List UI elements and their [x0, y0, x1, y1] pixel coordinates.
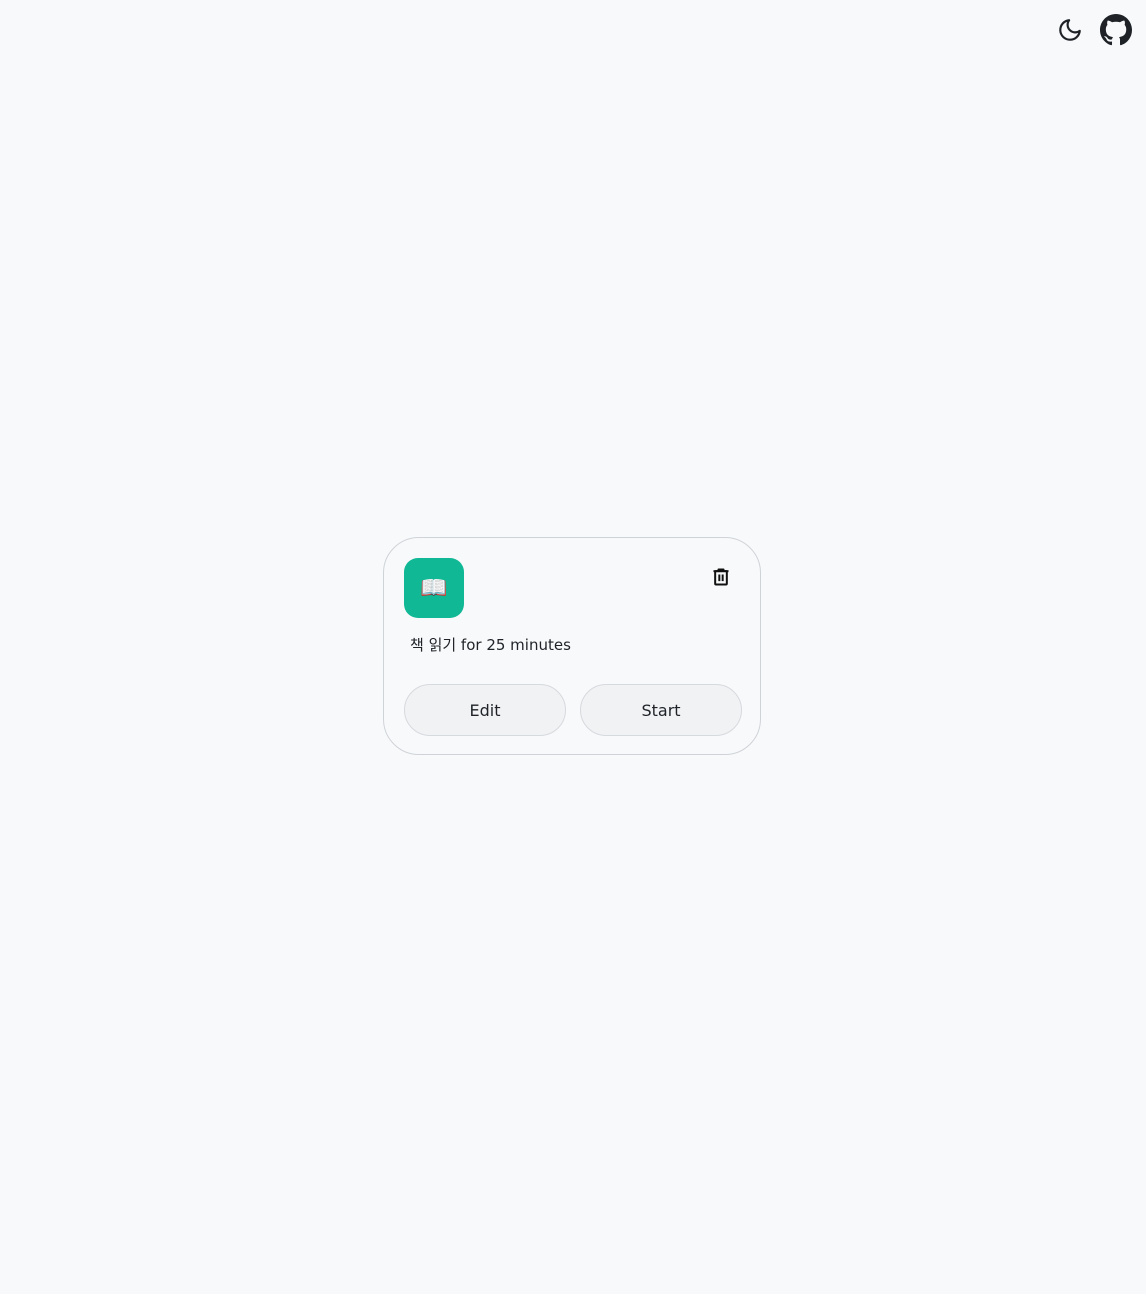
github-icon	[1100, 14, 1132, 46]
edit-button[interactable]: Edit	[404, 684, 566, 736]
top-toolbar	[1054, 14, 1132, 46]
theme-toggle-button[interactable]	[1054, 14, 1086, 46]
book-icon: 📖	[404, 558, 464, 618]
card-actions: Edit Start	[404, 684, 742, 736]
start-button[interactable]: Start	[580, 684, 742, 736]
task-card: 📖 책 읽기 for 25 minutes Edit Start	[383, 537, 761, 755]
moon-icon	[1059, 19, 1081, 41]
task-description: 책 읽기 for 25 minutes	[410, 636, 571, 654]
trash-icon	[713, 568, 729, 586]
github-link[interactable]	[1100, 14, 1132, 46]
delete-button[interactable]	[710, 566, 732, 588]
